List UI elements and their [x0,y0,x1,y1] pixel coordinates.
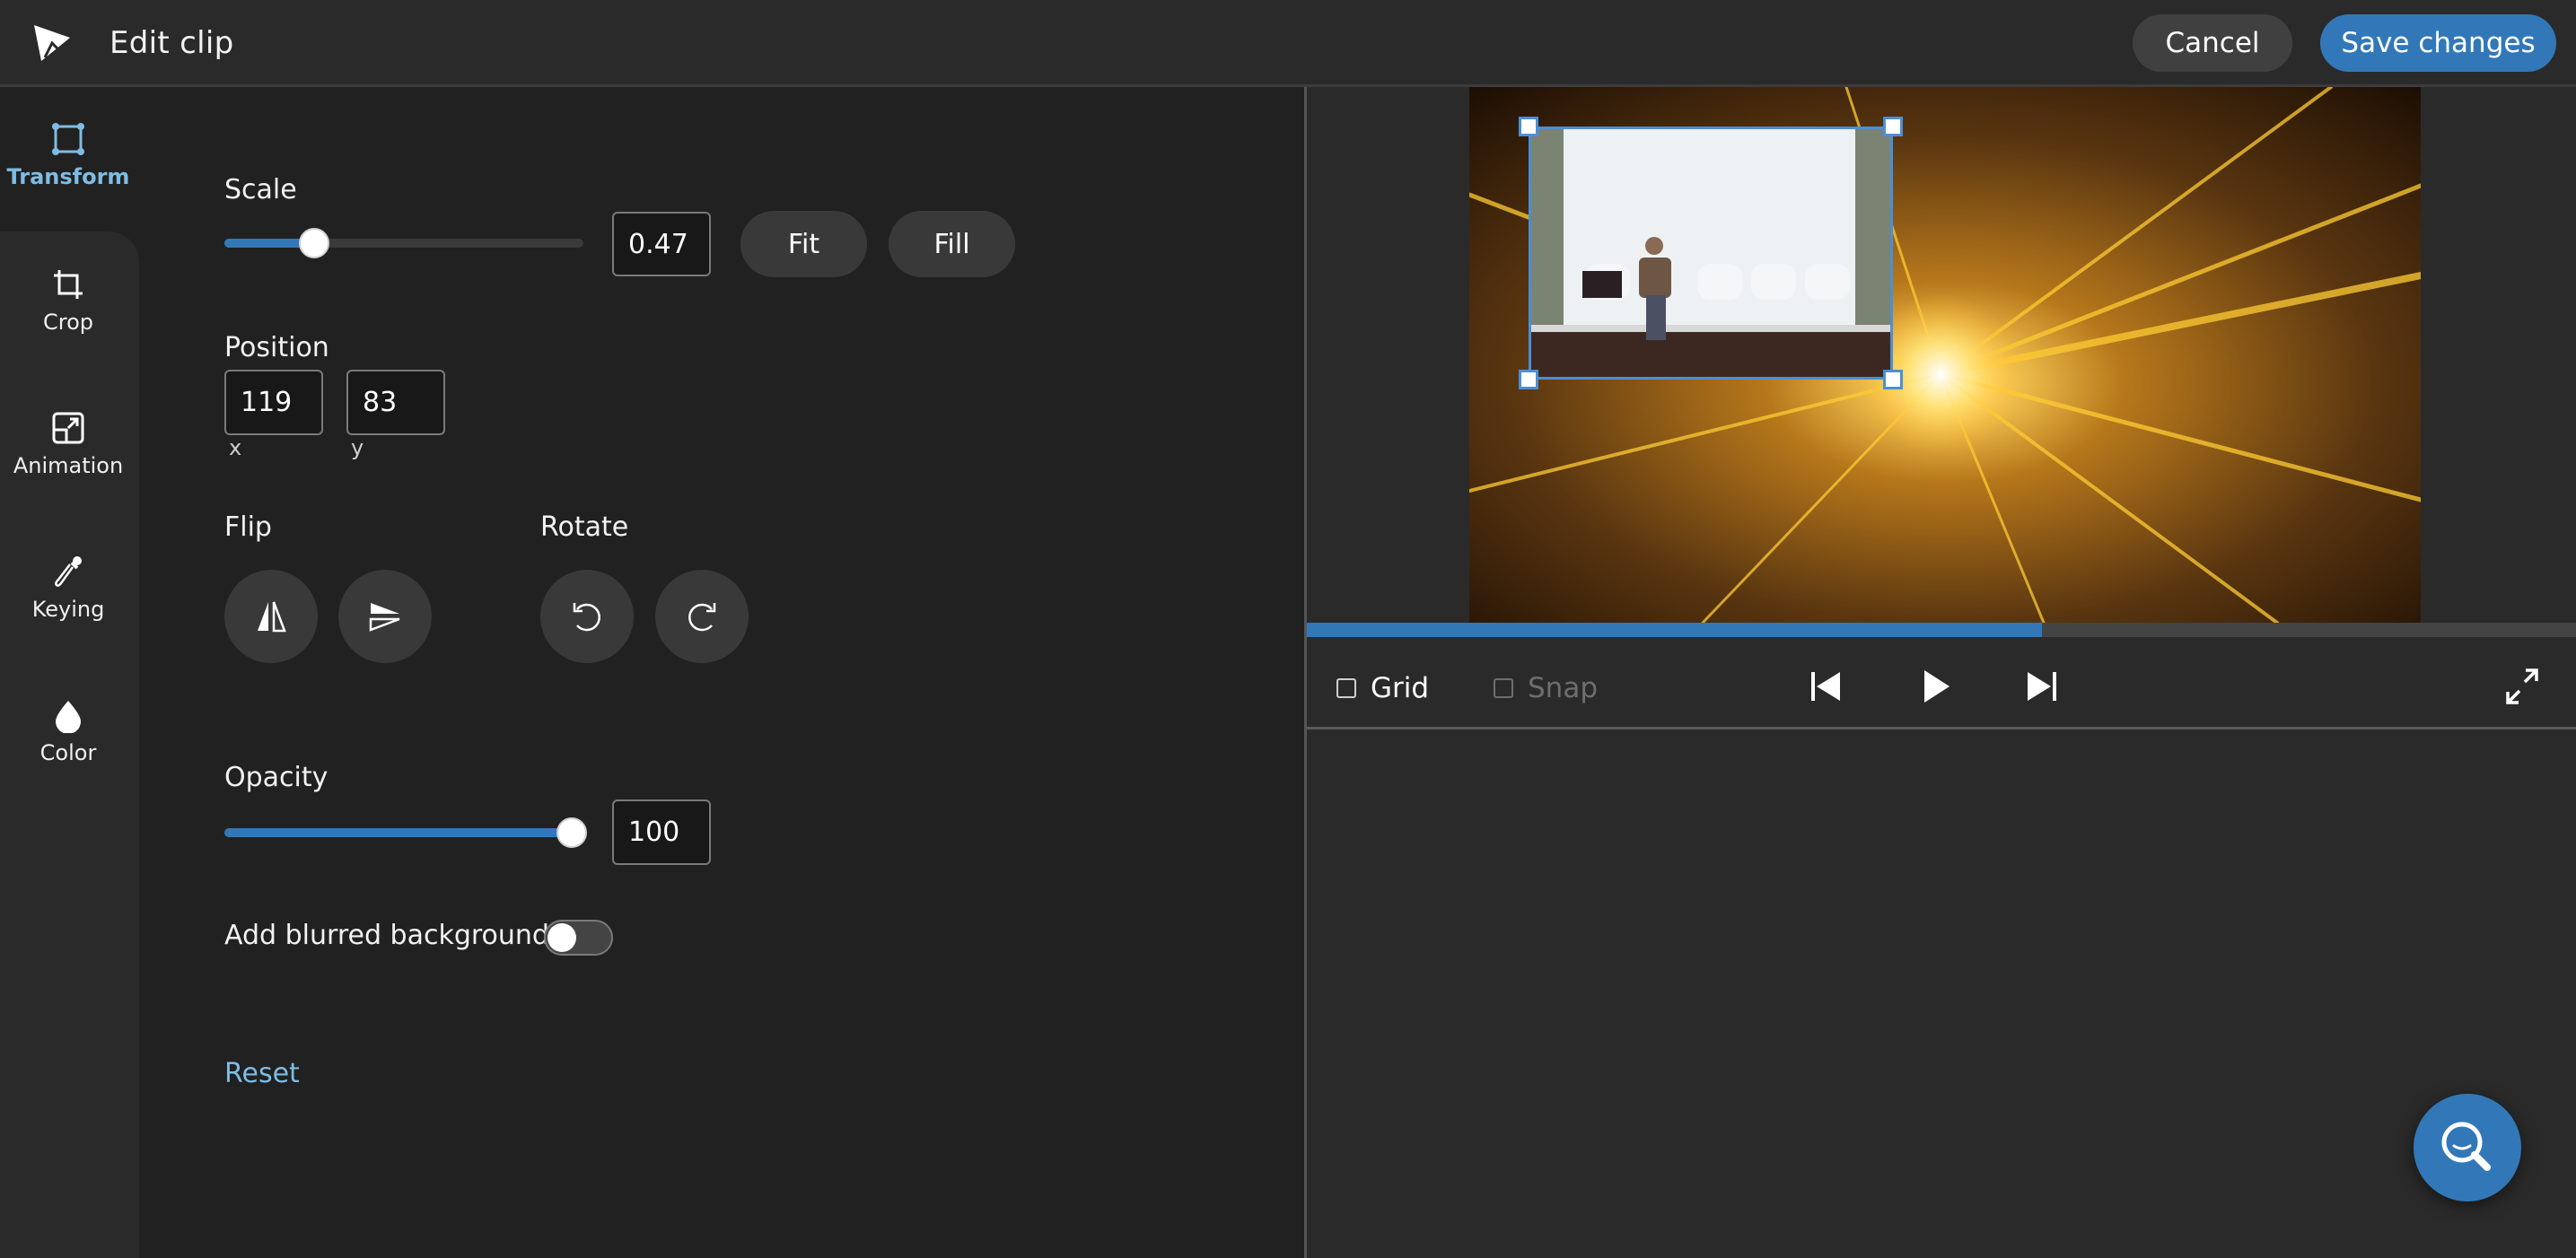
toggle-knob [548,923,576,952]
resize-handle-bottom-right[interactable] [1883,370,1903,389]
snap-checkbox[interactable]: Snap [1494,672,1598,704]
sidebar-item-label: Crop [42,310,93,335]
transform-panel: Scale Fit Fill Position x y Flip Rotate [139,87,1304,1258]
search-help-button[interactable] [2414,1094,2521,1201]
opacity-slider-fill [224,828,572,837]
sidebar-item-label: Keying [31,597,105,622]
sidebar-item-crop[interactable]: Crop [0,266,136,401]
fit-button[interactable]: Fit [740,211,867,277]
flip-vertical-icon [369,603,400,632]
search-help-icon [2441,1122,2491,1171]
video-canvas[interactable] [1469,87,2421,623]
sidebar: Transform Crop Animation Keying Color [0,87,139,1258]
rotate-label: Rotate [540,511,629,543]
droplet-icon [56,701,81,733]
position-y-input[interactable] [346,370,445,435]
position-x-input[interactable] [224,370,323,435]
animation-icon [52,412,84,444]
sidebar-item-keying[interactable]: Keying [0,554,136,688]
page-title: Edit clip [110,25,234,61]
eyedropper-icon [55,556,82,587]
scale-input[interactable] [612,212,711,276]
grid-checkbox[interactable]: Grid [1336,672,1429,704]
resize-handle-top-left[interactable] [1519,117,1538,136]
flip-vertical-button[interactable] [338,570,432,663]
scale-slider[interactable] [224,228,583,258]
grid-label: Grid [1371,672,1430,704]
sidebar-item-label: Color [39,740,97,765]
blurred-background-label: Add blurred background [224,920,549,951]
selected-clip[interactable] [1529,127,1893,380]
preview-panel: Grid Snap [1304,87,2576,1258]
header-bar: Edit clip Cancel Save changes [0,0,2576,87]
flip-label: Flip [224,511,272,543]
checkbox-icon [1336,678,1356,698]
timeline-progress-fill [1307,623,2043,637]
sidebar-item-label: Animation [13,453,124,478]
sidebar-item-animation[interactable]: Animation [0,410,136,545]
snap-label: Snap [1528,672,1598,704]
flip-horizontal-button[interactable] [224,570,318,663]
rotate-left-button[interactable] [540,570,634,663]
opacity-slider-thumb[interactable] [556,817,587,848]
opacity-slider[interactable] [224,817,587,848]
opacity-input[interactable] [612,799,711,865]
resize-handle-bottom-left[interactable] [1519,370,1538,389]
scale-label: Scale [224,174,297,205]
resize-handle-top-right[interactable] [1883,117,1903,136]
playback-controls: Grid Snap [1307,640,2576,729]
position-y-label: y [351,435,364,460]
reset-link[interactable]: Reset [224,1058,300,1089]
checkbox-icon [1494,678,1513,698]
rotate-right-button[interactable] [655,570,749,663]
skip-forward-icon[interactable] [2020,665,2063,708]
crop-icon [54,270,83,299]
position-x-label: x [229,435,242,460]
timeline-progress-bar[interactable] [1307,623,2576,637]
skip-back-icon[interactable] [1804,665,1847,708]
rotate-left-icon [573,603,600,632]
flip-horizontal-icon [258,601,286,633]
blurred-background-toggle[interactable] [544,920,613,956]
opacity-label: Opacity [224,762,329,793]
rotate-right-icon [688,603,716,632]
clip-thumbnail-image [1531,129,1890,377]
play-icon[interactable] [1914,665,1957,708]
save-changes-button[interactable]: Save changes [2320,14,2556,72]
sidebar-item-color[interactable]: Color [0,697,136,832]
fullscreen-icon[interactable] [2501,665,2544,708]
scale-slider-thumb[interactable] [299,228,329,258]
cancel-button[interactable]: Cancel [2133,14,2292,72]
transform-icon [52,123,84,155]
sidebar-item-label: Transform [6,164,130,189]
position-label: Position [224,332,329,363]
fill-button[interactable]: Fill [889,211,1015,277]
app-logo-icon[interactable] [32,23,72,63]
sidebar-item-transform[interactable]: Transform [0,121,136,256]
